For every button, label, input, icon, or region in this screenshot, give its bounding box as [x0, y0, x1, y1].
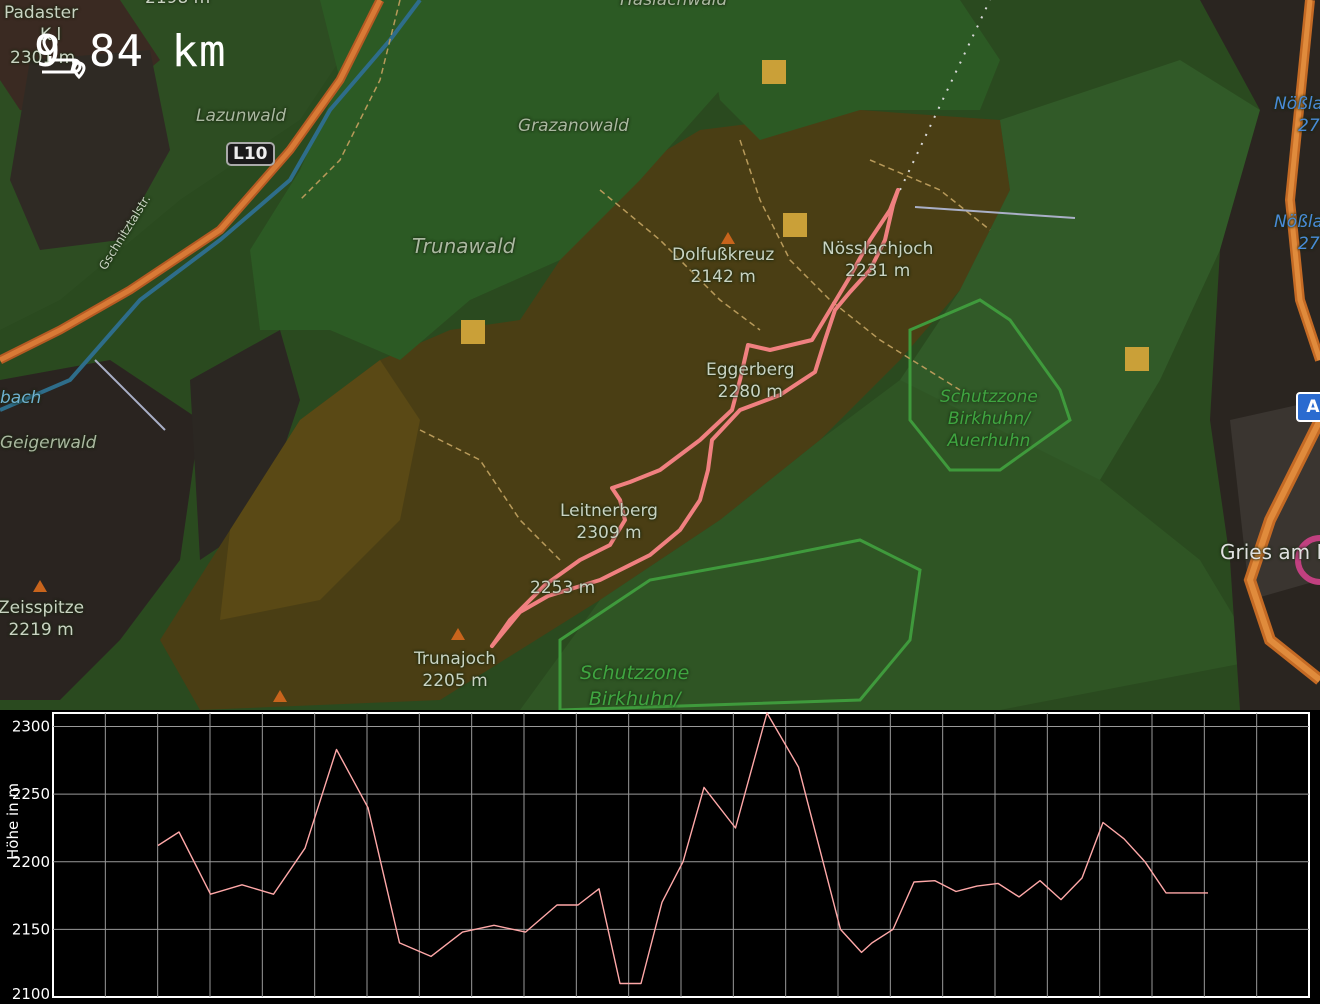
zone-schutzzone-2-line1: Schutzzone: [580, 662, 690, 684]
label-nossl-1: Nößla: [1274, 94, 1320, 114]
peak-trunajoch: Trunajoch 2205 m: [414, 648, 496, 692]
label-trunawald: Trunawald: [412, 234, 516, 258]
peak-noesslachjoch-height: 2231 m: [845, 261, 911, 281]
peak-eggerberg-height: 2280 m: [717, 382, 783, 402]
zone-schutzzone-2-line2: Birkhuhn/: [588, 688, 681, 710]
map-view[interactable]: Padaster K l 2301 m 2198 m Haslachwald L…: [0, 0, 1320, 710]
zone-schutzzone-1: Schutzzone Birkhuhn/ Auerhuhn: [940, 386, 1038, 452]
peak-noesslachjoch-name: Nösslachjoch: [822, 239, 934, 259]
route-icon: [42, 34, 86, 80]
label-hasliachwald: Haslachwald: [620, 0, 728, 10]
zone-schutzzone-1-line2: Birkhuhn/: [947, 409, 1030, 429]
label-nossl-1-num: 27: [1298, 116, 1320, 136]
label-nossl-2: Nößla: [1274, 212, 1320, 232]
label-bach: bach: [0, 388, 42, 408]
elevation-chart[interactable]: 2100 2150 2200 2250 2300 Höhe in m: [0, 710, 1320, 1003]
peak-leitnerberg: Leitnerberg 2309 m: [560, 500, 658, 544]
label-grazanowald: Grazanowald: [518, 116, 629, 136]
peak-leitnerberg-name: Leitnerberg: [560, 501, 658, 521]
peak-dolfusskreuz-height: 2142 m: [690, 267, 756, 287]
zone-schutzzone-2: Schutzzone Birkhuhn/: [580, 660, 689, 710]
peak-dolfusskreuz-name: Dolfußkreuz: [672, 245, 775, 265]
label-lazunwald: Lazunwald: [196, 106, 287, 126]
label-gries: Gries am B: [1220, 540, 1320, 564]
chart-y-tick-label: 2300: [12, 718, 50, 736]
peak-dolfusskreuz: Dolfußkreuz 2142 m: [672, 244, 774, 288]
elevation-chart-svg: 21002150220022502300: [12, 712, 1310, 1003]
label-geigerwald: Geigerwald: [0, 433, 97, 453]
label-spot-height: 2253 m: [530, 578, 596, 598]
zone-schutzzone-1-line1: Schutzzone: [940, 387, 1038, 407]
peak-noesslachjoch: Nösslachjoch 2231 m: [822, 238, 933, 282]
chart-y-tick-label: 2150: [12, 920, 50, 938]
peak-zeisspitze-name: Zeisspitze: [0, 598, 85, 618]
peak-eggerberg: Eggerberg 2280 m: [706, 359, 795, 403]
label-padaster: Padaster: [4, 3, 79, 23]
peak-zeisspitze: Zeisspitze 2219 m: [0, 597, 84, 641]
chart-y-tick-label: 2100: [12, 985, 50, 1000]
label-top-height: 2198 m: [145, 0, 210, 8]
zone-schutzzone-1-line3: Auerhuhn: [947, 431, 1031, 451]
peak-trunajoch-name: Trunajoch: [414, 649, 497, 669]
road-l10-badge: L10: [226, 142, 275, 166]
distance-readout: 9,84 km: [34, 26, 226, 80]
peak-zeisspitze-height: 2219 m: [8, 620, 74, 640]
peak-eggerberg-name: Eggerberg: [706, 360, 795, 380]
chart-y-label: Höhe in m: [4, 782, 22, 860]
motorway-badge: A: [1296, 392, 1320, 422]
label-nossl-2-num: 27: [1298, 234, 1320, 254]
peak-trunajoch-height: 2205 m: [422, 671, 488, 691]
peak-leitnerberg-height: 2309 m: [576, 523, 642, 543]
